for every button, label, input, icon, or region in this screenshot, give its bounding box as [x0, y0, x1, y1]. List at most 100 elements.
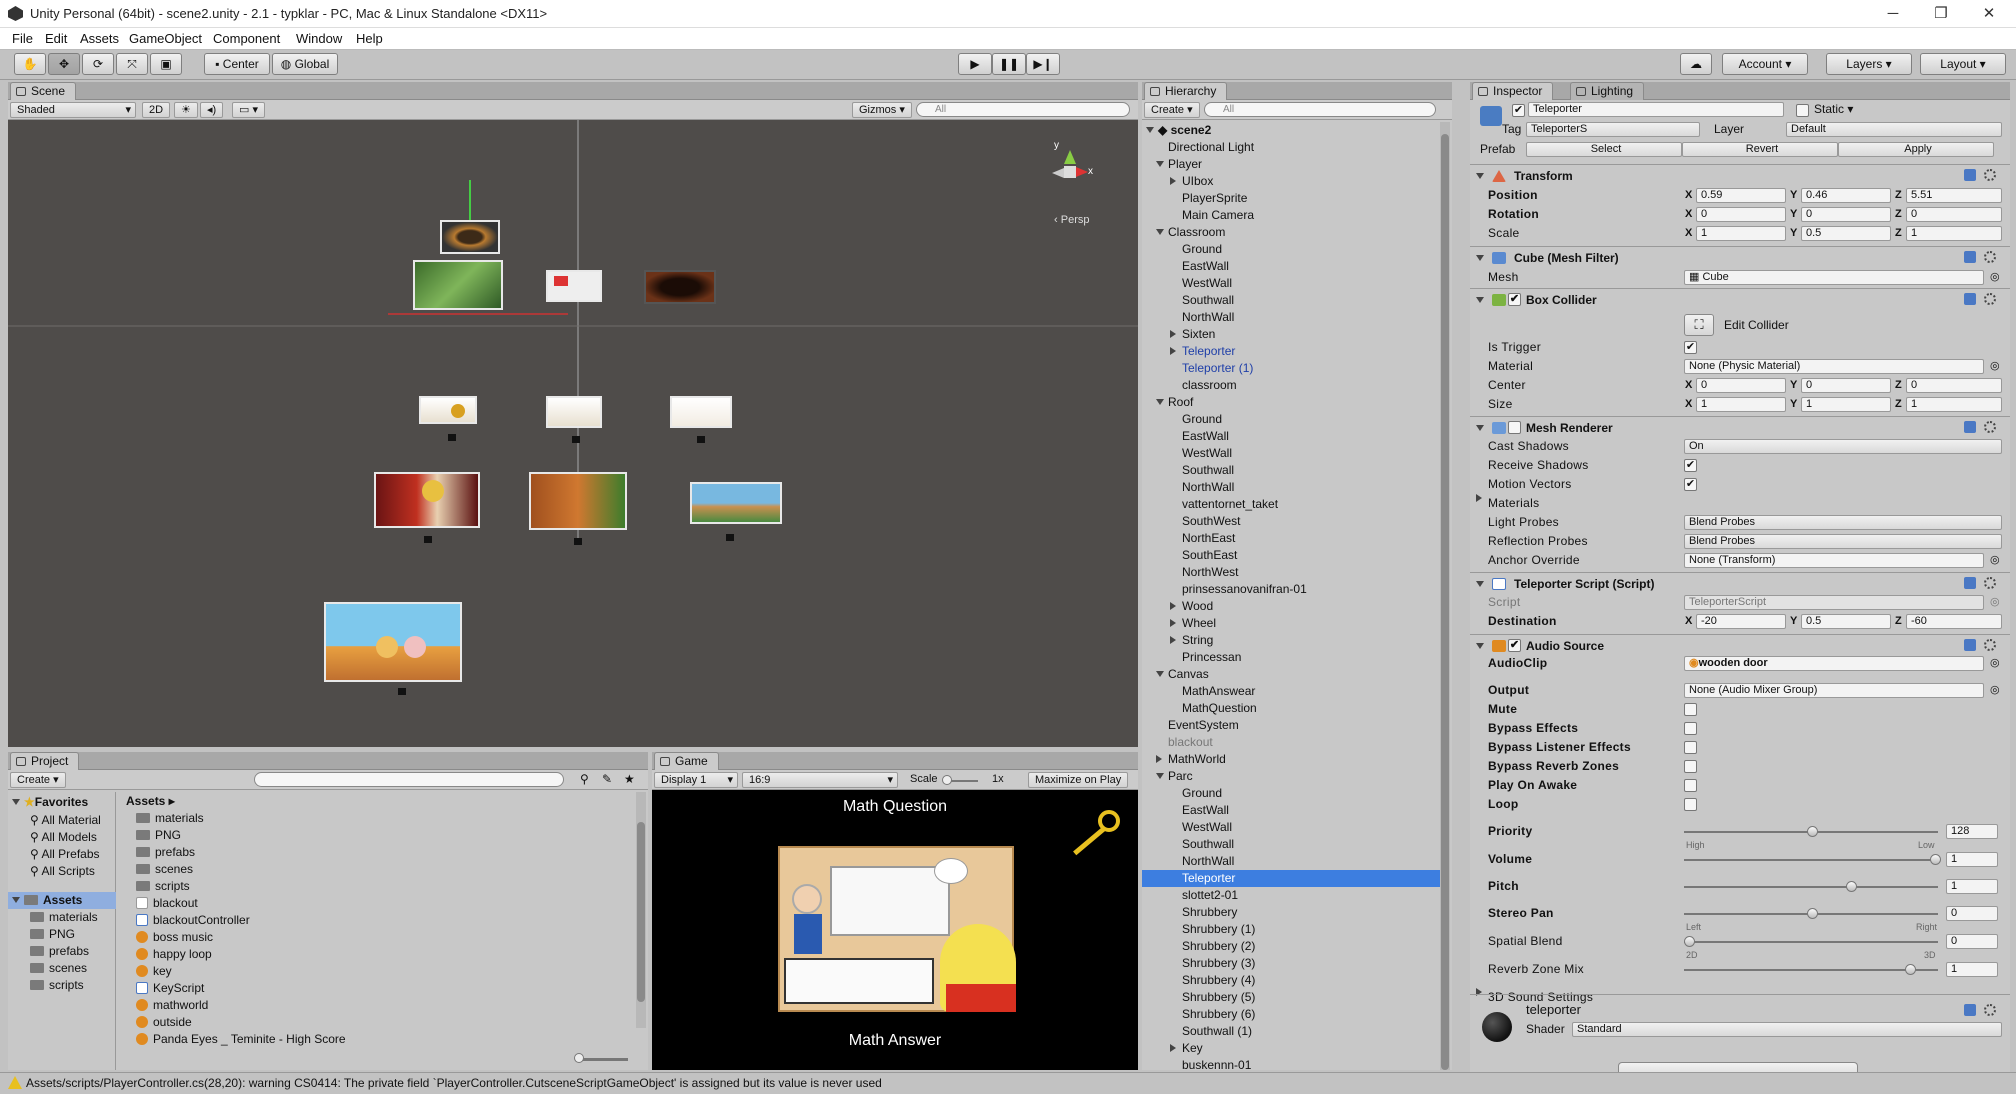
gear-icon[interactable] [1984, 577, 1996, 589]
project-asset-item[interactable]: Panda Eyes _ Teminite - High Score [136, 1031, 346, 1048]
favorite-star-icon[interactable]: ★ [624, 772, 635, 786]
hierarchy-item[interactable]: Directional Light [1142, 139, 1440, 156]
project-asset-item[interactable]: outside [136, 1014, 192, 1031]
priority-field[interactable]: 128 [1946, 824, 1998, 839]
account-dropdown[interactable]: Account ▾ [1722, 53, 1808, 75]
mute-checkbox[interactable] [1684, 703, 1697, 716]
scale-tool-button[interactable]: ⤧ [116, 53, 148, 75]
hierarchy-item[interactable]: Shrubbery [1142, 904, 1440, 921]
help-book-icon[interactable] [1964, 421, 1976, 433]
menu-help[interactable]: Help [356, 31, 383, 46]
gear-icon[interactable] [1984, 293, 1996, 305]
hierarchy-item[interactable]: Main Camera [1142, 207, 1440, 224]
hierarchy-item[interactable]: NorthWall [1142, 479, 1440, 496]
pitch-slider-knob[interactable] [1846, 881, 1858, 892]
light-probes-dropdown[interactable]: Blend Probes [1684, 515, 2002, 530]
menu-edit[interactable]: Edit [45, 31, 67, 46]
help-book-icon[interactable] [1964, 169, 1976, 181]
tree-folder-item[interactable]: prefabs [30, 943, 89, 960]
bypass-listener-checkbox[interactable] [1684, 741, 1697, 754]
help-book-icon[interactable] [1964, 293, 1976, 305]
hierarchy-item[interactable]: NorthWest [1142, 564, 1440, 581]
scene-object-pit[interactable] [644, 270, 716, 304]
hierarchy-scroll-thumb[interactable] [1441, 134, 1449, 1070]
rotation-z-field[interactable]: 0 [1906, 207, 2002, 222]
mesh-field[interactable]: ▦ Cube [1684, 270, 1984, 285]
size-x-field[interactable]: 1 [1696, 397, 1786, 412]
hierarchy-item[interactable]: EastWall [1142, 258, 1440, 275]
scale-z-field[interactable]: 1 [1906, 226, 2002, 241]
favorite-item[interactable]: ⚲ All Material [30, 812, 101, 829]
size-y-field[interactable]: 1 [1801, 397, 1891, 412]
hierarchy-scene-root[interactable]: ◆ scene2 [1142, 122, 1440, 139]
display-dropdown[interactable]: Display 1 ▾ [654, 772, 738, 788]
2d-toggle[interactable]: 2D [142, 102, 171, 118]
hierarchy-item[interactable]: MathWorld [1142, 751, 1440, 768]
tag-dropdown[interactable]: TeleporterS [1526, 122, 1700, 137]
effects-dropdown[interactable]: ▭ ▾ [232, 102, 265, 118]
step-button[interactable]: ▶❙ [1026, 53, 1060, 75]
scene-search-input[interactable]: All [916, 102, 1130, 117]
object-picker-icon[interactable]: ◎ [1990, 357, 2000, 376]
project-asset-item[interactable]: boss music [136, 929, 213, 946]
hierarchy-item[interactable]: SouthWest [1142, 513, 1440, 530]
hierarchy-item[interactable]: Parc [1142, 768, 1440, 785]
favorite-item[interactable]: ⚲ All Prefabs [30, 846, 100, 863]
object-picker-icon[interactable]: ◎ [1990, 681, 2000, 700]
hierarchy-item[interactable]: Shrubbery (2) [1142, 938, 1440, 955]
hierarchy-item[interactable]: Canvas [1142, 666, 1440, 683]
scene-object-map[interactable] [413, 260, 503, 310]
hierarchy-item[interactable]: Shrubbery (5) [1142, 989, 1440, 1006]
audioclip-field[interactable]: ◉wooden door [1684, 656, 1984, 671]
scene-object-card-1[interactable] [419, 396, 477, 424]
spatial-blend-slider-knob[interactable] [1684, 936, 1695, 947]
hierarchy-item[interactable]: EventSystem [1142, 717, 1440, 734]
reverb-mix-slider-knob[interactable] [1905, 964, 1917, 975]
hierarchy-item[interactable]: Wood [1142, 598, 1440, 615]
audio-source-enabled-checkbox[interactable]: ✔ [1508, 639, 1521, 652]
expand-arrow-icon[interactable] [1156, 671, 1164, 677]
hierarchy-item[interactable]: NorthWall [1142, 309, 1440, 326]
hierarchy-create-dropdown[interactable]: Create ▾ [1144, 102, 1200, 118]
mesh-renderer-header[interactable]: Mesh Renderer [1470, 416, 2010, 438]
hierarchy-item[interactable]: Teleporter (1) [1142, 360, 1440, 377]
hierarchy-item[interactable]: Shrubbery (3) [1142, 955, 1440, 972]
scale-slider-knob[interactable] [942, 775, 952, 785]
filter-label-icon[interactable]: ✎ [602, 772, 612, 786]
project-asset-item[interactable]: mathworld [136, 997, 208, 1014]
expand-arrow-icon[interactable] [1156, 229, 1164, 235]
scene-object-card-3[interactable] [670, 396, 732, 428]
tab-scene[interactable]: Scene [10, 82, 77, 100]
destination-x-field[interactable]: -20 [1696, 614, 1786, 629]
assets-tree-root[interactable]: Assets [8, 892, 116, 909]
hierarchy-item[interactable]: Ground [1142, 241, 1440, 258]
project-asset-item[interactable]: prefabs [136, 844, 195, 861]
motion-vectors-checkbox[interactable]: ✔ [1684, 478, 1697, 491]
collab-cloud-button[interactable]: ☁ [1680, 53, 1712, 75]
shader-dropdown[interactable]: Standard [1572, 1022, 2002, 1037]
hierarchy-item[interactable]: MathAnswear [1142, 683, 1440, 700]
hierarchy-item[interactable]: vattentornet_taket [1142, 496, 1440, 513]
hierarchy-item[interactable]: Key [1142, 1040, 1440, 1057]
static-checkbox[interactable] [1796, 104, 1809, 117]
collapse-arrow-icon[interactable] [1156, 755, 1162, 763]
gizmos-dropdown[interactable]: Gizmos ▾ [852, 102, 912, 118]
breadcrumb[interactable]: Assets ▸ [126, 794, 175, 808]
menu-file[interactable]: File [12, 31, 33, 46]
prefab-select-button[interactable]: Select [1526, 142, 1682, 157]
expand-arrow-icon[interactable] [1156, 161, 1164, 167]
scene-object-card-2[interactable] [546, 396, 602, 428]
tab-project[interactable]: Project [10, 752, 80, 770]
project-asset-item[interactable]: blackoutController [136, 912, 250, 929]
icon-size-knob[interactable] [574, 1053, 584, 1063]
mesh-renderer-enabled-checkbox[interactable] [1508, 421, 1521, 434]
collapse-arrow-icon[interactable] [1170, 347, 1176, 355]
hierarchy-item[interactable]: Southwall [1142, 462, 1440, 479]
project-scrollbar[interactable] [636, 792, 646, 1028]
rotation-x-field[interactable]: 0 [1696, 207, 1786, 222]
volume-slider-knob[interactable] [1930, 854, 1941, 865]
hierarchy-item[interactable]: EastWall [1142, 802, 1440, 819]
object-picker-icon[interactable]: ◎ [1990, 654, 2000, 673]
prefab-apply-button[interactable]: Apply [1838, 142, 1994, 157]
hierarchy-item[interactable]: Southwall [1142, 836, 1440, 853]
